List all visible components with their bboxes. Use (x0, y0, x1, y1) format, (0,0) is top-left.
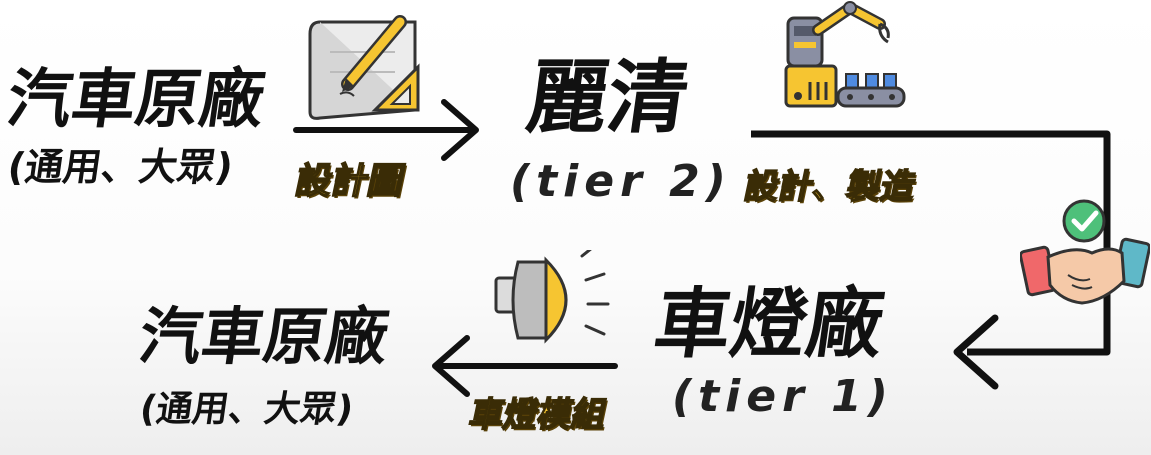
tier2-subtitle: (tier 2) (510, 156, 732, 207)
tier1-title: 車燈廠 (648, 279, 890, 368)
arrow-tier1-to-oem-icon (425, 330, 620, 400)
handshake-check-icon (1018, 195, 1151, 315)
edge-label-design-drawing: 設計圖 (291, 160, 409, 203)
robot-arm-factory-icon (780, 0, 910, 112)
oem-bottom-subtitle: (通用、大眾) (137, 389, 356, 430)
oem-bottom-title: 汽車原廠 (134, 300, 394, 373)
tier2-title: 麗清 (521, 51, 695, 144)
arrow-oem-to-tier2-icon (292, 96, 487, 166)
edge-label-headlight-module: 車燈模組 (465, 394, 611, 436)
oem-top-title: 汽車原廠 (2, 63, 270, 137)
tier1-subtitle: (tier 1) (672, 371, 894, 422)
oem-top-subtitle: (通用、大眾) (4, 145, 236, 189)
